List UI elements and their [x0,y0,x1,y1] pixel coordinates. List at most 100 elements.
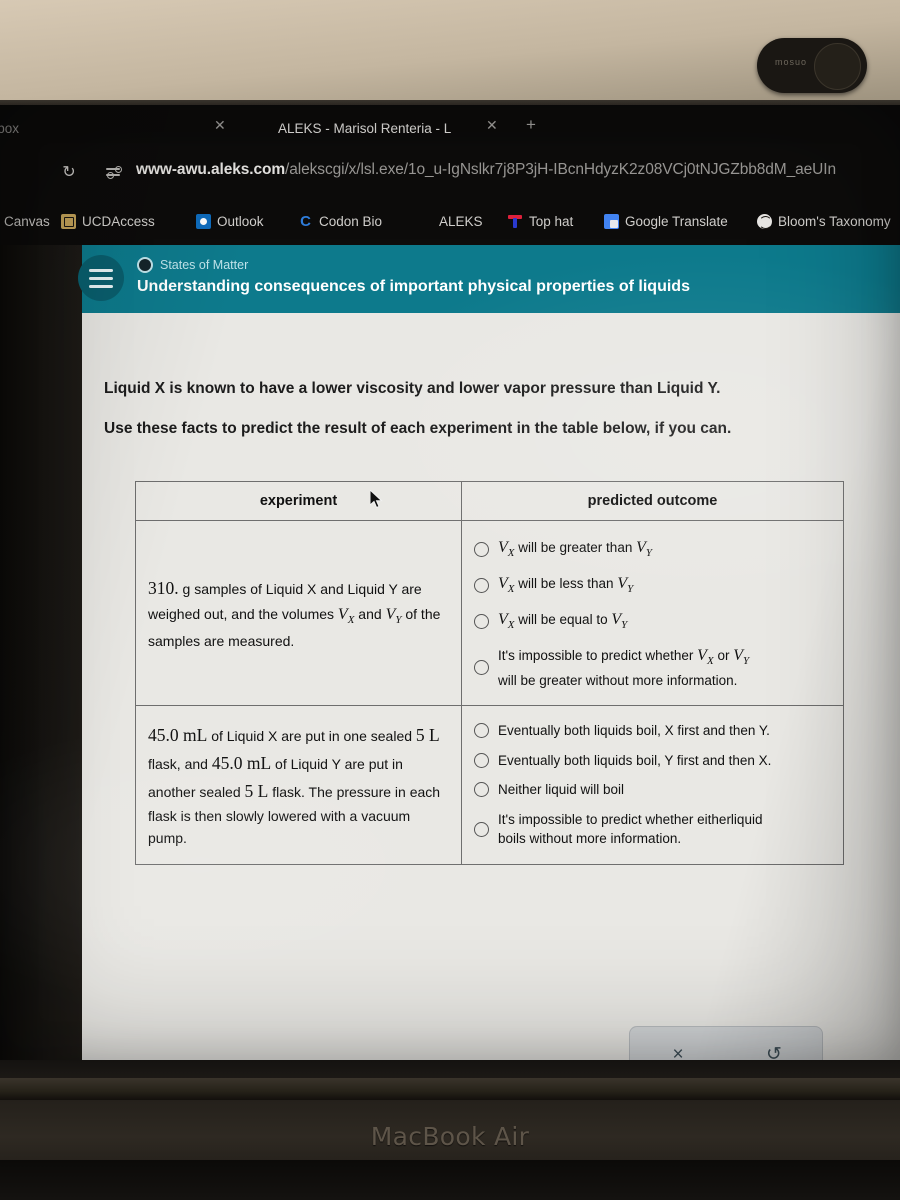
bookmark-label: Codon Bio [319,213,383,229]
radio-option-label: VX will be greater than VY [498,539,652,560]
experiment-text-b: and [354,605,386,622]
clear-button[interactable]: × [658,1038,698,1061]
browser-tab-title: ALEKS - Marisol Renteria - L [278,120,452,136]
topic-dot-icon [137,257,153,273]
bookmark-label: Canvas [4,213,50,229]
bookmark-blooms-taxonomy[interactable]: Bloom's Taxonomy [757,209,891,233]
radio-option-label: It's impossible to predict whether eithe… [498,811,763,847]
laptop-photo: mosuo Inbox ✕ ALEKS - Marisol Renteria -… [0,0,900,1200]
address-bar[interactable]: www-awu.aleks.com/alekscgi/x/lsl.exe/1o_… [136,161,900,179]
experiment-cell-1: 310. g samples of Liquid X and Liquid Y … [135,519,462,707]
laptop-deck [0,1160,900,1200]
undo-button[interactable]: ↺ [754,1038,794,1060]
radio-option-r2o1[interactable]: Eventually both liquids boil, X first an… [474,716,835,746]
close-icon-tab-inbox[interactable]: ✕ [214,118,226,134]
bookmark-codon-bio[interactable]: C Codon Bio [298,209,382,233]
webcam-cover-knob [814,43,861,90]
answer-toolbar: × ↺ [629,1026,823,1060]
outlook-icon [196,213,211,229]
webcam-cover: mosuo [757,38,867,93]
bookmark-aleks[interactable]: ALEKS [433,209,483,233]
hamburger-icon[interactable] [78,255,124,301]
experiment-text-a: of Liquid X are put in one sealed [207,727,416,744]
ucd-icon [61,213,76,229]
table-row: 310. g samples of Liquid X and Liquid Y … [135,519,844,707]
experiment-amount: 310. [148,577,179,598]
aleks-header: States of Matter Understanding consequen… [78,245,900,313]
new-tab-button[interactable]: + [526,116,536,133]
bookmark-ucdaccess[interactable]: UCDAccess [61,209,155,233]
site-settings-icon[interactable] [106,166,122,180]
radio-icon[interactable] [474,821,489,837]
radio-option-r1o1[interactable]: VX will be greater than VY [474,531,835,567]
radio-icon[interactable] [474,782,489,798]
bookmark-outlook[interactable]: Outlook [196,209,264,233]
radio-icon[interactable] [474,541,489,557]
radio-option-label: VX will be equal to VY [498,611,628,632]
table-header-row: experiment predicted outcome [135,481,844,521]
experiment-amount-4: 5 L [244,780,269,801]
column-header-outcome: predicted outcome [461,481,844,521]
experiment-amount-2: 5 L [415,724,440,745]
webcam-cover-brand: mosuo [775,57,808,67]
radio-option-label: VX will be less than VY [498,575,634,596]
tophat-icon [508,214,523,229]
prompt-line-2: Use these facts to predict the result of… [104,420,732,437]
bloom-icon [757,213,772,229]
experiment-amount-3: 45.0 mL [211,752,272,773]
topic-breadcrumb: States of Matter [137,257,248,273]
close-icon-tab-aleks[interactable]: ✕ [486,118,498,134]
laptop-hinge [0,1078,900,1100]
experiment-cell-2: 45.0 mL of Liquid X are put in one seale… [135,705,462,865]
radio-option-r2o3[interactable]: Neither liquid will boil [474,775,835,805]
radio-option-r1o3[interactable]: VX will be equal to VY [474,603,835,639]
google-translate-icon [604,213,619,229]
volume-var-x: VX [337,605,355,627]
radio-icon[interactable] [474,723,489,739]
radio-option-label: Eventually both liquids boil, Y first an… [498,752,772,768]
outcome-cell-1: VX will be greater than VY VX will be le… [461,519,844,707]
bookmark-label: Bloom's Taxonomy [778,213,891,229]
radio-option-label: Eventually both liquids boil, X first an… [498,723,770,739]
bookmark-top-hat[interactable]: Top hat [508,209,573,233]
bookmark-canvas[interactable]: Canvas [0,209,50,233]
page-title: Understanding consequences of important … [137,278,690,295]
browser-tab-aleks[interactable]: ALEKS - Marisol Renteria - L [278,115,451,141]
aleks-content: Liquid X is known to have a lower viscos… [82,313,900,1060]
radio-icon[interactable] [474,577,489,593]
bookmark-google-translate[interactable]: Google Translate [604,209,728,233]
reload-icon[interactable]: ↻ [60,164,78,182]
bookmark-label: Top hat [529,213,574,229]
bookmark-label: Outlook [217,213,264,229]
radio-option-r1o2[interactable]: VX will be less than VY [474,567,835,603]
browser-tab-inbox[interactable]: Inbox [0,115,19,141]
prompt-line-1: Liquid X is known to have a lower viscos… [104,380,721,397]
radio-option-r2o4[interactable]: It's impossible to predict whether eithe… [474,805,835,854]
browser-omnibox-row: ↻ www-awu.aleks.com/alekscgi/x/lsl.exe/1… [0,153,900,193]
radio-icon[interactable] [474,659,489,675]
browser-tab-strip: Inbox ✕ ALEKS - Marisol Renteria - L ✕ + [0,105,900,150]
codon-icon: C [300,212,311,230]
macbook-air-label: MacBook Air [370,1122,530,1151]
bookmark-label: UCDAccess [82,213,155,229]
browser-tab-title: Inbox [0,120,20,136]
outcome-cell-2: Eventually both liquids boil, X first an… [461,705,844,865]
experiment-amount-1: 45.0 mL [148,724,208,745]
radio-icon[interactable] [474,752,489,768]
browser-chrome: Inbox ✕ ALEKS - Marisol Renteria - L ✕ +… [0,105,900,245]
radio-option-r2o2[interactable]: Eventually both liquids boil, Y first an… [474,746,835,776]
address-host: www-awu.aleks.com [136,161,286,178]
bookmark-label: Google Translate [625,213,728,229]
topic-label: States of Matter [160,258,249,272]
question-table: experiment predicted outcome 310. g samp… [135,481,844,865]
table-row: 45.0 mL of Liquid X are put in one seale… [135,705,844,865]
radio-option-label: It's impossible to predict whether VX or… [498,647,750,688]
experiment-text-b: flask, and [148,755,212,772]
laptop-top-bezel: mosuo [0,0,900,105]
radio-option-r1o4[interactable]: It's impossible to predict whether VX or… [474,639,835,695]
bookmark-label: ALEKS [439,213,483,229]
radio-option-label: Neither liquid will boil [498,782,625,798]
address-path: /alekscgi/x/lsl.exe/1o_u-IgNslkr7j8P3jH-… [285,161,836,178]
radio-icon[interactable] [474,613,489,629]
column-header-experiment: experiment [135,481,462,521]
